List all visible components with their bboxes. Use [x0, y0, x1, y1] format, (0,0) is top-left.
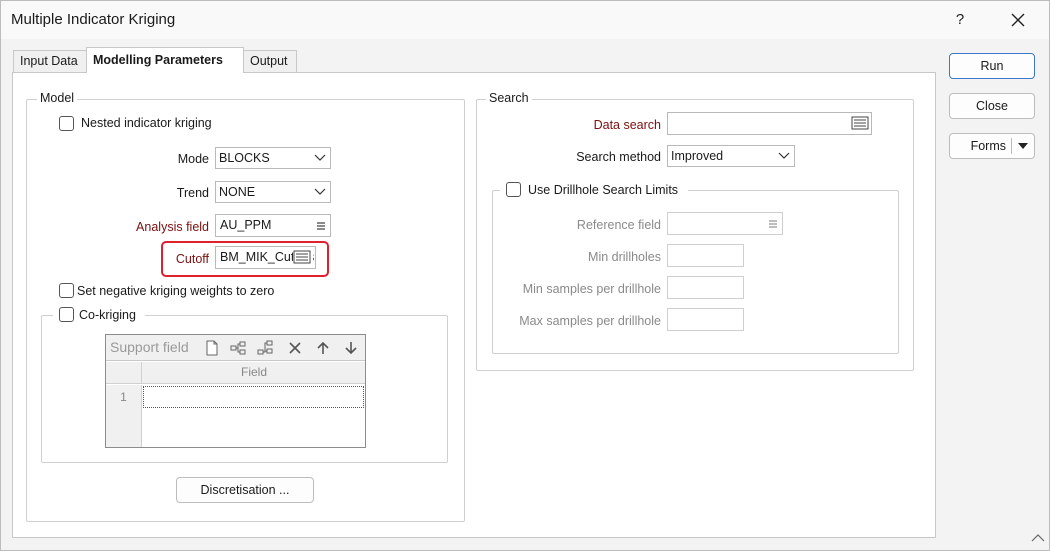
window-title: Multiple Indicator Kriging [11, 11, 176, 28]
nested-kriging-checkbox[interactable] [59, 116, 74, 131]
title-bar: Multiple Indicator Kriging ? [1, 1, 1049, 39]
search-method-value: Improved [671, 149, 724, 163]
caret-down-icon[interactable] [1018, 143, 1028, 151]
insert-row-icon[interactable] [230, 340, 246, 356]
trend-select[interactable]: NONE [215, 181, 331, 203]
forms-button[interactable]: Forms [949, 133, 1035, 159]
new-row-icon[interactable] [204, 340, 220, 356]
trend-value: NONE [219, 185, 256, 199]
close-icon [1011, 13, 1025, 27]
negative-weights-checkbox[interactable] [59, 283, 74, 298]
cutoff-input[interactable]: BM_MIK_Cutoffs [215, 246, 316, 269]
move-down-icon[interactable] [343, 340, 359, 356]
row-header: 1 [106, 385, 142, 409]
cokriging-label: Co-kriging [79, 308, 136, 322]
tab-input-data[interactable]: Input Data [13, 50, 87, 72]
analysis-field-input[interactable]: AU_PPM [215, 214, 331, 237]
chevron-down-icon [314, 188, 326, 195]
data-search-input[interactable] [667, 112, 872, 135]
nested-kriging-label: Nested indicator kriging [81, 116, 212, 130]
chevron-down-icon [314, 154, 326, 161]
drillhole-limits-label: Use Drillhole Search Limits [528, 183, 679, 197]
help-button[interactable]: ? [937, 5, 983, 35]
mode-value: BLOCKS [219, 151, 270, 165]
analysis-field-label: Analysis field [136, 220, 209, 234]
discretisation-button[interactable]: Discretisation ... [176, 477, 314, 503]
delete-row-icon[interactable] [287, 340, 303, 356]
mode-select[interactable]: BLOCKS [215, 147, 331, 169]
model-legend: Model [37, 91, 78, 105]
close-window-button[interactable] [995, 5, 1041, 35]
min-drillholes-label: Min drillholes [588, 250, 661, 264]
list-icon [317, 222, 325, 230]
trend-label: Trend [176, 186, 209, 200]
close-button[interactable]: Close [949, 93, 1035, 119]
append-row-icon[interactable] [257, 340, 273, 356]
grid-corner [106, 362, 142, 384]
min-drillholes-input[interactable] [667, 244, 744, 267]
mode-label: Mode [177, 152, 209, 166]
support-field-grid: Support field Field 1 [105, 334, 366, 448]
negative-weights-label: Set negative kriging weights to zero [77, 284, 275, 298]
chevron-up-icon[interactable] [1031, 533, 1045, 543]
browse-button[interactable] [293, 250, 313, 265]
form-browse-icon [851, 116, 869, 130]
cokriging-legend: Co-kriging [53, 307, 145, 323]
move-up-icon[interactable] [315, 340, 331, 356]
search-method-select[interactable]: Improved [667, 145, 795, 167]
search-method-label: Search method [576, 150, 661, 164]
max-samples-input[interactable] [667, 308, 744, 331]
field-column-header: Field [240, 365, 267, 379]
tab-output[interactable]: Output [243, 50, 297, 72]
split-divider [1011, 138, 1012, 154]
chevron-down-icon [778, 152, 790, 159]
grid-header: Field [106, 362, 365, 384]
grid-toolbar: Support field [106, 335, 365, 361]
tab-modelling-parameters[interactable]: Modelling Parameters [86, 47, 244, 73]
row-header-empty [106, 409, 142, 447]
max-samples-label: Max samples per drillhole [519, 314, 661, 328]
drillhole-limits-legend: Use Drillhole Search Limits [500, 182, 688, 198]
min-samples-label: Min samples per drillhole [522, 282, 661, 296]
search-legend: Search [486, 91, 532, 105]
field-cell[interactable] [143, 386, 364, 408]
tab-panel: Model Nested indicator kriging Mode BLOC… [12, 72, 936, 538]
cutoff-label: Cutoff [175, 252, 209, 266]
drillhole-limits-checkbox[interactable] [506, 182, 521, 197]
data-search-label: Data search [593, 118, 661, 132]
dialog-window: Multiple Indicator Kriging ? Input Data … [0, 0, 1050, 551]
run-button[interactable]: Run [949, 53, 1035, 79]
support-field-label: Support field [110, 339, 189, 355]
analysis-field-value: AU_PPM [220, 218, 272, 232]
form-browse-icon [293, 250, 311, 264]
min-samples-input[interactable] [667, 276, 744, 299]
list-icon [769, 220, 777, 228]
reference-field-input[interactable] [667, 212, 783, 235]
forms-label: Forms [970, 139, 1006, 153]
data-search-browse-button[interactable] [851, 116, 869, 134]
reference-field-label: Reference field [576, 218, 661, 232]
cokriging-checkbox[interactable] [59, 307, 74, 322]
